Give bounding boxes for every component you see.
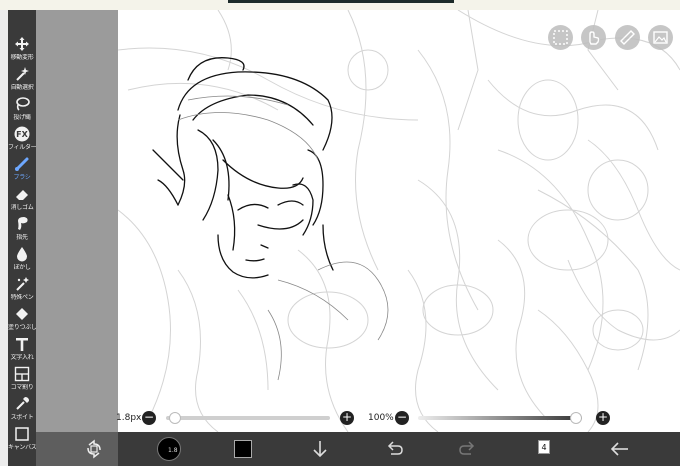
tool-label: 投げ縄 xyxy=(13,114,31,121)
finger-icon xyxy=(8,214,36,234)
tool-label: スポイト xyxy=(10,414,34,421)
tool-eraser[interactable]: 消しゴム xyxy=(8,184,36,214)
opacity-minus-button[interactable]: − xyxy=(395,411,409,425)
tool-label: 移動変形 xyxy=(10,54,34,61)
tool-label: コマ割り xyxy=(10,384,34,391)
fill-bucket-icon xyxy=(8,304,36,324)
tool-label: キャンバス xyxy=(8,444,36,451)
tool-label: 消しゴム xyxy=(10,204,34,211)
brush-size-slider[interactable] xyxy=(166,412,330,424)
tool-special-pen[interactable]: 特殊ペン xyxy=(8,274,36,304)
tool-canvas[interactable]: キャンバス xyxy=(8,424,36,454)
eraser-icon xyxy=(8,184,36,204)
redo-icon xyxy=(459,441,475,455)
top-dark-strip xyxy=(228,0,454,3)
top-btn-touch[interactable] xyxy=(581,25,606,50)
tool-label: 文字入れ xyxy=(10,354,34,361)
brush-size-button[interactable]: 1.8 xyxy=(157,437,181,461)
tool-label: 塗りつぶし xyxy=(8,324,36,331)
tool-auto-select[interactable]: 自動選択 xyxy=(8,64,36,94)
brush-size-knob[interactable] xyxy=(169,412,182,424)
brush-size-badge: 1.8 xyxy=(168,447,178,454)
lasso-icon xyxy=(8,94,36,114)
app-window: 移動変形 自動選択 投げ縄 FX フィルター ブラシ 消しゴム 指先 ぼかし 特… xyxy=(0,0,680,466)
canvas-icon xyxy=(8,424,36,444)
tool-lasso[interactable]: 投げ縄 xyxy=(8,94,36,124)
brush-size-value: 1.8px xyxy=(116,413,142,423)
rotate-canvas-icon xyxy=(87,439,101,459)
text-t-icon xyxy=(8,334,36,354)
tool-label: 特殊ペン xyxy=(10,294,34,301)
bottom-toolbar: 1.8 4 xyxy=(36,432,680,466)
layers-button[interactable]: 4 xyxy=(538,440,550,454)
ruler-icon xyxy=(620,30,635,45)
tool-frame[interactable]: コマ割り xyxy=(8,364,36,394)
tool-blur[interactable]: ぼかし xyxy=(8,244,36,274)
selection-icon xyxy=(553,30,568,45)
tool-finger[interactable]: 指先 xyxy=(8,214,36,244)
redo-button[interactable] xyxy=(456,437,480,461)
tool-brush[interactable]: ブラシ xyxy=(8,154,36,184)
opacity-slider[interactable] xyxy=(418,412,582,424)
tool-label: ブラシ xyxy=(13,174,31,181)
opacity-value: 100% xyxy=(368,413,394,423)
tool-label: 自動選択 xyxy=(10,84,34,91)
top-status-strip xyxy=(0,0,680,10)
brush-icon xyxy=(8,154,36,174)
panel-frame-icon xyxy=(8,364,36,384)
tool-filter[interactable]: FX フィルター xyxy=(8,124,36,154)
sparkle-pen-icon xyxy=(8,274,36,294)
tool-label: ぼかし xyxy=(13,264,31,271)
tool-label: フィルター xyxy=(8,144,36,151)
left-edge xyxy=(0,10,8,466)
top-btn-selection[interactable] xyxy=(548,25,573,50)
image-icon xyxy=(653,31,668,44)
svg-text:FX: FX xyxy=(16,130,28,139)
gray-margin-panel xyxy=(36,10,118,432)
slider-row: 1.8px − + 100% − + xyxy=(112,408,680,430)
tool-move-transform[interactable]: 移動変形 xyxy=(8,34,36,64)
opacity-knob[interactable] xyxy=(570,412,582,424)
undo-button[interactable] xyxy=(382,437,406,461)
tool-fill[interactable]: 塗りつぶし xyxy=(8,304,36,334)
tool-eyedropper[interactable]: スポイト xyxy=(8,394,36,424)
back-button[interactable] xyxy=(608,437,632,461)
magic-wand-icon xyxy=(8,64,36,84)
touch-hand-icon xyxy=(589,31,600,45)
top-btn-ruler[interactable] xyxy=(615,25,640,50)
back-arrow-icon xyxy=(610,442,628,456)
tool-sidebar: 移動変形 自動選択 投げ縄 FX フィルター ブラシ 消しゴム 指先 ぼかし 特… xyxy=(8,10,36,466)
tool-label: 指先 xyxy=(16,234,28,241)
eyedropper-icon xyxy=(8,394,36,414)
sketch-artwork xyxy=(118,10,680,432)
brush-size-minus-button[interactable]: − xyxy=(142,411,156,425)
move-arrows-icon xyxy=(8,34,36,54)
rotate-canvas-button[interactable] xyxy=(82,437,106,461)
color-swatch-button[interactable] xyxy=(234,440,252,458)
opacity-plus-button[interactable]: + xyxy=(596,411,610,425)
top-btn-image[interactable] xyxy=(648,25,673,50)
tool-text[interactable]: 文字入れ xyxy=(8,334,36,364)
drop-icon xyxy=(8,244,36,264)
download-icon xyxy=(313,441,327,458)
brush-size-plus-button[interactable]: + xyxy=(340,411,354,425)
undo-icon xyxy=(387,441,403,455)
download-button[interactable] xyxy=(308,437,332,461)
drawing-canvas[interactable] xyxy=(118,10,680,432)
fx-icon: FX xyxy=(8,124,36,144)
